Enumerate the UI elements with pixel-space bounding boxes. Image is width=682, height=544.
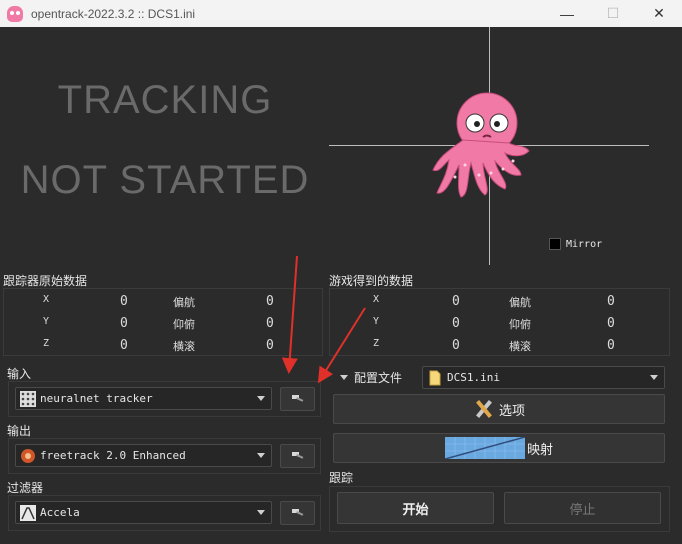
filter-label: 过滤器 (7, 481, 44, 495)
octopus-icon (432, 92, 530, 198)
input-label: 输入 (7, 367, 32, 381)
chevron-down-icon (340, 375, 348, 380)
filter-settings-button[interactable] (280, 501, 315, 525)
input-tracker-value: neuralnet tracker (40, 392, 153, 405)
close-button[interactable]: ✕ (636, 0, 682, 27)
chevron-down-icon (257, 510, 265, 515)
freetrack-icon (21, 448, 35, 463)
stop-button[interactable]: 停止 (504, 492, 661, 524)
tracking-group-label: 跟踪 (329, 471, 354, 485)
filter-value: Accela (40, 506, 80, 519)
output-protocol-select[interactable]: freetrack 2.0 Enhanced (15, 444, 272, 467)
filter-select[interactable]: Accela (15, 501, 272, 524)
chevron-down-icon (257, 453, 265, 458)
tools-icon (476, 400, 492, 418)
maximize-button[interactable]: ☐ (590, 0, 636, 27)
mapping-curve-icon (444, 437, 525, 459)
mirror-checkbox[interactable]: Mirror (549, 238, 602, 250)
raw-row-z: Z 0 横滚 0 (43, 338, 274, 353)
input-tracker-select[interactable]: neuralnet tracker (15, 387, 272, 410)
output-protocol-value: freetrack 2.0 Enhanced (40, 449, 186, 462)
profile-value: DCS1.ini (447, 371, 500, 384)
mirror-checkbox-box[interactable] (549, 238, 561, 250)
mirror-label: Mirror (566, 238, 603, 250)
start-button[interactable]: 开始 (337, 492, 494, 524)
raw-data-title: 跟踪器原始数据 (3, 274, 88, 288)
game-row-y: Y 0 仰俯 0 (373, 316, 615, 331)
hammer-icon (291, 509, 303, 516)
octopus-app-icon (7, 5, 23, 22)
game-row-x: X 0 偏航 0 (373, 294, 615, 309)
neuralnet-tracker-icon (20, 390, 36, 407)
tracking-status-line2: NOT STARTED (20, 158, 310, 202)
options-button[interactable]: 选项 (333, 394, 665, 424)
input-settings-button[interactable] (280, 387, 315, 411)
chevron-down-icon (650, 375, 658, 380)
options-label: 选项 (498, 402, 525, 418)
minimize-button[interactable]: — (544, 0, 590, 27)
raw-row-y: Y 0 仰俯 0 (43, 316, 274, 331)
tracking-status-line1: TRACKING (57, 78, 273, 122)
window-title: opentrack-2022.3.2 :: DCS1.ini (31, 6, 196, 21)
mapping-button[interactable]: 映射 (333, 433, 665, 463)
output-label: 输出 (7, 424, 32, 438)
game-row-z: Z 0 横滚 0 (373, 338, 615, 353)
hammer-icon (291, 452, 303, 459)
accela-filter-icon (20, 504, 36, 521)
profile-label: 配置文件 (354, 371, 403, 385)
profile-menu[interactable]: 配置文件 (340, 369, 402, 386)
output-settings-button[interactable] (280, 444, 315, 468)
game-data-title: 游戏得到的数据 (329, 274, 414, 288)
window-controls: — ☐ ✕ (544, 0, 682, 27)
mapping-label: 映射 (526, 441, 553, 457)
profile-select[interactable]: DCS1.ini (422, 366, 665, 389)
file-icon (429, 370, 441, 385)
hammer-icon (291, 395, 303, 402)
raw-row-x: X 0 偏航 0 (43, 294, 274, 309)
chevron-down-icon (257, 396, 265, 401)
title-bar: opentrack-2022.3.2 :: DCS1.ini — ☐ ✕ (0, 0, 682, 27)
